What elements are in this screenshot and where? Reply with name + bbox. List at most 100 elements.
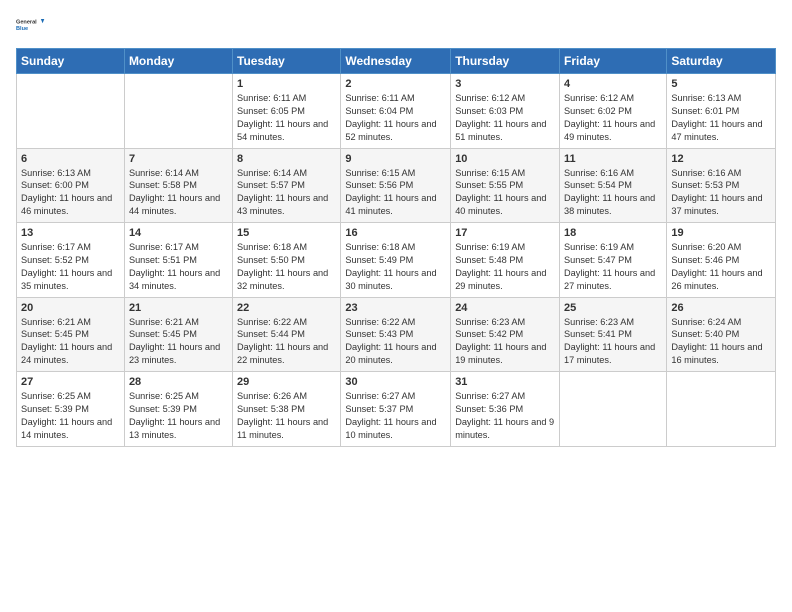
day-info: Sunrise: 6:26 AMSunset: 5:38 PMDaylight:…	[237, 390, 336, 442]
day-info: Sunrise: 6:25 AMSunset: 5:39 PMDaylight:…	[129, 390, 228, 442]
day-number: 14	[129, 227, 228, 239]
day-number: 13	[21, 227, 120, 239]
day-number: 2	[345, 78, 446, 90]
day-number: 22	[237, 302, 336, 314]
day-number: 16	[345, 227, 446, 239]
calendar-table: SundayMondayTuesdayWednesdayThursdayFrid…	[16, 48, 776, 447]
day-info: Sunrise: 6:17 AMSunset: 5:51 PMDaylight:…	[129, 241, 228, 293]
calendar-cell: 3Sunrise: 6:12 AMSunset: 6:03 PMDaylight…	[451, 74, 560, 149]
calendar-cell: 12 Sunrise: 6:16 AMSunset: 5:53 PMDayligh…	[667, 148, 776, 223]
calendar-cell: 19Sunrise: 6:20 AMSunset: 5:46 PMDayligh…	[667, 223, 776, 298]
day-number: 7	[129, 153, 228, 165]
day-info: Sunrise: 6:13 AMSunset: 6:00 PMDaylight:…	[21, 167, 120, 219]
day-info: Sunrise: 6:15 AMSunset: 5:56 PMDaylight:…	[345, 167, 446, 219]
day-number: 1	[237, 78, 336, 90]
day-number: 30	[345, 376, 446, 388]
day-number: 18	[564, 227, 662, 239]
week-row-1: 1Sunrise: 6:11 AMSunset: 6:05 PMDaylight…	[17, 74, 776, 149]
day-info: Sunrise: 6:27 AMSunset: 5:37 PMDaylight:…	[345, 390, 446, 442]
calendar-cell: 13 Sunrise: 6:17 AMSunset: 5:52 PMDayligh…	[17, 223, 125, 298]
day-number: 31	[455, 376, 555, 388]
week-row-2: 6 Sunrise: 6:13 AMSunset: 6:00 PMDaylight…	[17, 148, 776, 223]
calendar-cell: 26 Sunrise: 6:24 AMSunset: 5:40 PMDayligh…	[667, 297, 776, 372]
week-row-3: 13 Sunrise: 6:17 AMSunset: 5:52 PMDayligh…	[17, 223, 776, 298]
day-number: 25	[564, 302, 662, 314]
calendar-cell: 9 Sunrise: 6:15 AMSunset: 5:56 PMDaylight…	[341, 148, 451, 223]
day-info: Sunrise: 6:27 AMSunset: 5:36 PMDaylight:…	[455, 390, 555, 442]
day-number: 4	[564, 78, 662, 90]
day-info: Sunrise: 6:13 AMSunset: 6:01 PMDaylight:…	[671, 92, 771, 144]
day-number: 29	[237, 376, 336, 388]
calendar-cell: 1Sunrise: 6:11 AMSunset: 6:05 PMDaylight…	[233, 74, 341, 149]
day-number: 27	[21, 376, 120, 388]
calendar-cell: 15 Sunrise: 6:18 AMSunset: 5:50 PMDayligh…	[233, 223, 341, 298]
weekday-header-monday: Monday	[124, 49, 232, 74]
day-info: Sunrise: 6:12 AMSunset: 6:02 PMDaylight:…	[564, 92, 662, 144]
weekday-header-tuesday: Tuesday	[233, 49, 341, 74]
calendar-cell: 10 Sunrise: 6:15 AMSunset: 5:55 PMDayligh…	[451, 148, 560, 223]
day-info: Sunrise: 6:25 AMSunset: 5:39 PMDaylight:…	[21, 390, 120, 442]
page: General Blue SundayMondayTuesdayWednesda…	[0, 0, 792, 612]
calendar-cell: 27 Sunrise: 6:25 AMSunset: 5:39 PMDayligh…	[17, 372, 125, 447]
calendar-cell: 24 Sunrise: 6:23 AMSunset: 5:42 PMDayligh…	[451, 297, 560, 372]
day-number: 24	[455, 302, 555, 314]
calendar-cell: 30 Sunrise: 6:27 AMSunset: 5:37 PMDayligh…	[341, 372, 451, 447]
weekday-header-thursday: Thursday	[451, 49, 560, 74]
day-number: 9	[345, 153, 446, 165]
calendar-cell: 14 Sunrise: 6:17 AMSunset: 5:51 PMDayligh…	[124, 223, 232, 298]
calendar-cell: 5 Sunrise: 6:13 AMSunset: 6:01 PMDaylight…	[667, 74, 776, 149]
day-number: 10	[455, 153, 555, 165]
weekday-header-saturday: Saturday	[667, 49, 776, 74]
day-number: 20	[21, 302, 120, 314]
week-row-5: 27 Sunrise: 6:25 AMSunset: 5:39 PMDayligh…	[17, 372, 776, 447]
calendar-cell	[124, 74, 232, 149]
logo-icon: General Blue	[16, 10, 46, 40]
day-number: 8	[237, 153, 336, 165]
day-info: Sunrise: 6:24 AMSunset: 5:40 PMDaylight:…	[671, 316, 771, 368]
header: General Blue	[16, 10, 776, 40]
day-info: Sunrise: 6:21 AMSunset: 5:45 PMDaylight:…	[129, 316, 228, 368]
calendar-cell: 7Sunrise: 6:14 AMSunset: 5:58 PMDaylight…	[124, 148, 232, 223]
day-number: 6	[21, 153, 120, 165]
day-info: Sunrise: 6:22 AMSunset: 5:44 PMDaylight:…	[237, 316, 336, 368]
weekday-header-sunday: Sunday	[17, 49, 125, 74]
day-number: 15	[237, 227, 336, 239]
calendar-cell: 21 Sunrise: 6:21 AMSunset: 5:45 PMDayligh…	[124, 297, 232, 372]
calendar-cell: 2 Sunrise: 6:11 AMSunset: 6:04 PMDaylight…	[341, 74, 451, 149]
day-info: Sunrise: 6:22 AMSunset: 5:43 PMDaylight:…	[345, 316, 446, 368]
day-number: 11	[564, 153, 662, 165]
calendar-cell: 28 Sunrise: 6:25 AMSunset: 5:39 PMDayligh…	[124, 372, 232, 447]
day-info: Sunrise: 6:19 AMSunset: 5:47 PMDaylight:…	[564, 241, 662, 293]
day-info: Sunrise: 6:17 AMSunset: 5:52 PMDaylight:…	[21, 241, 120, 293]
calendar-cell: 20 Sunrise: 6:21 AMSunset: 5:45 PMDayligh…	[17, 297, 125, 372]
day-info: Sunrise: 6:20 AMSunset: 5:46 PMDaylight:…	[671, 241, 771, 293]
day-info: Sunrise: 6:16 AMSunset: 5:53 PMDaylight:…	[671, 167, 771, 219]
day-info: Sunrise: 6:11 AMSunset: 6:04 PMDaylight:…	[345, 92, 446, 144]
day-number: 5	[671, 78, 771, 90]
day-number: 21	[129, 302, 228, 314]
day-number: 17	[455, 227, 555, 239]
day-number: 12	[671, 153, 771, 165]
calendar-cell: 29 Sunrise: 6:26 AMSunset: 5:38 PMDayligh…	[233, 372, 341, 447]
day-info: Sunrise: 6:23 AMSunset: 5:42 PMDaylight:…	[455, 316, 555, 368]
weekday-header-row: SundayMondayTuesdayWednesdayThursdayFrid…	[17, 49, 776, 74]
logo: General Blue	[16, 10, 46, 40]
day-number: 28	[129, 376, 228, 388]
day-number: 26	[671, 302, 771, 314]
day-info: Sunrise: 6:21 AMSunset: 5:45 PMDaylight:…	[21, 316, 120, 368]
calendar-cell	[17, 74, 125, 149]
day-info: Sunrise: 6:12 AMSunset: 6:03 PMDaylight:…	[455, 92, 555, 144]
calendar-cell: 23Sunrise: 6:22 AMSunset: 5:43 PMDayligh…	[341, 297, 451, 372]
calendar-cell: 22 Sunrise: 6:22 AMSunset: 5:44 PMDayligh…	[233, 297, 341, 372]
day-info: Sunrise: 6:19 AMSunset: 5:48 PMDaylight:…	[455, 241, 555, 293]
calendar-cell	[560, 372, 667, 447]
svg-text:Blue: Blue	[16, 26, 28, 32]
day-info: Sunrise: 6:14 AMSunset: 5:57 PMDaylight:…	[237, 167, 336, 219]
calendar-cell: 18 Sunrise: 6:19 AMSunset: 5:47 PMDayligh…	[560, 223, 667, 298]
day-info: Sunrise: 6:18 AMSunset: 5:50 PMDaylight:…	[237, 241, 336, 293]
calendar-cell: 17 Sunrise: 6:19 AMSunset: 5:48 PMDayligh…	[451, 223, 560, 298]
calendar-cell: 8 Sunrise: 6:14 AMSunset: 5:57 PMDaylight…	[233, 148, 341, 223]
svg-text:General: General	[16, 19, 37, 25]
day-info: Sunrise: 6:23 AMSunset: 5:41 PMDaylight:…	[564, 316, 662, 368]
day-info: Sunrise: 6:15 AMSunset: 5:55 PMDaylight:…	[455, 167, 555, 219]
